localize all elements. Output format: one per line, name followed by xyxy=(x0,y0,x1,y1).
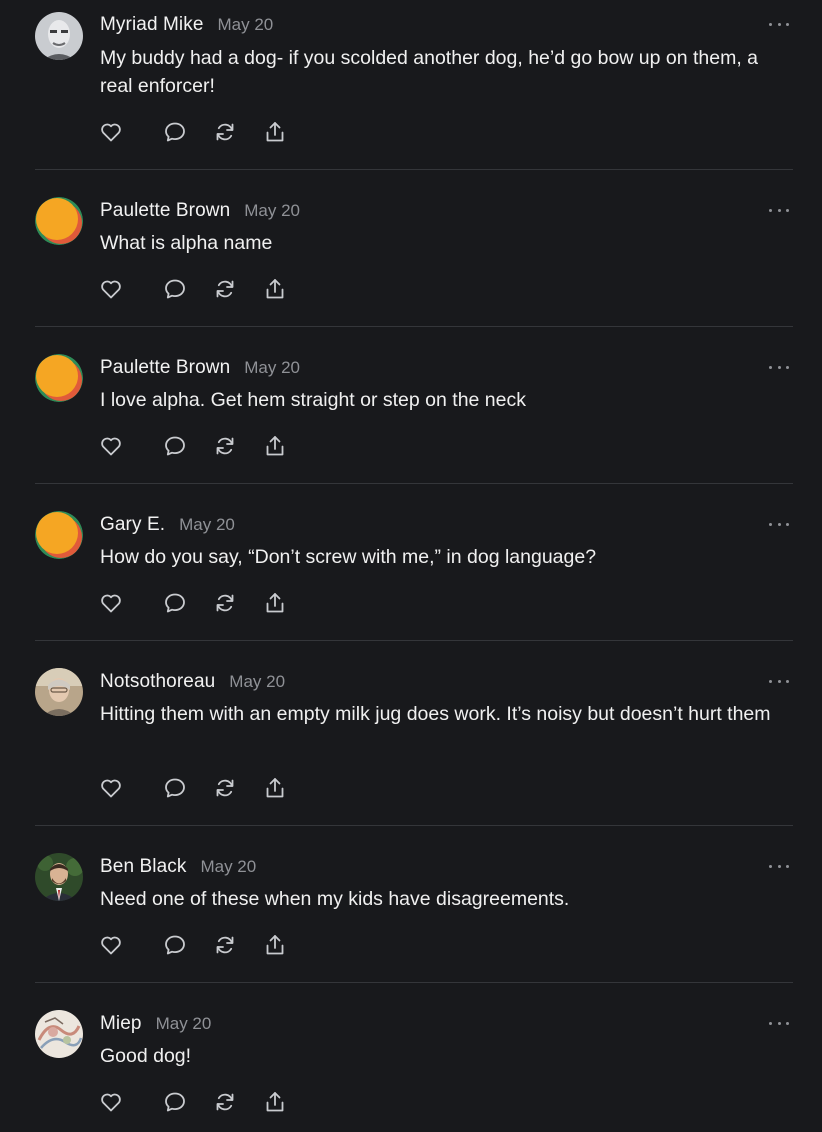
comment-date[interactable]: May 20 xyxy=(244,358,300,378)
comment-item: Ben Black May 20 Need one of these when … xyxy=(35,826,793,983)
avatar[interactable] xyxy=(35,197,83,245)
restack-icon[interactable] xyxy=(212,1089,238,1115)
comment-actions xyxy=(98,276,288,302)
share-icon[interactable] xyxy=(262,775,288,801)
more-icon[interactable] xyxy=(769,861,789,871)
heart-icon[interactable] xyxy=(98,775,124,801)
comment-item: Miep May 20 Good dog! xyxy=(35,983,793,1132)
comment-icon[interactable] xyxy=(162,119,188,145)
more-icon[interactable] xyxy=(769,519,789,529)
comment-text: My buddy had a dog- if you scolded anoth… xyxy=(100,47,759,97)
comment-feed: Myriad Mike May 20 My buddy had a dog- i… xyxy=(0,0,822,1132)
heart-icon[interactable] xyxy=(98,932,124,958)
author-name[interactable]: Notsothoreau xyxy=(100,671,215,693)
comment-actions xyxy=(98,775,288,801)
more-icon[interactable] xyxy=(769,362,789,372)
avatar[interactable] xyxy=(35,12,83,60)
comment-icon[interactable] xyxy=(162,276,188,302)
comment-actions xyxy=(98,1089,288,1115)
more-icon[interactable] xyxy=(769,676,789,686)
avatar[interactable] xyxy=(35,511,83,559)
comment-header: Paulette Brown May 20 xyxy=(100,357,300,379)
comment-header: Miep May 20 xyxy=(100,1013,211,1035)
comment-header: Notsothoreau May 20 xyxy=(100,671,285,693)
avatar[interactable] xyxy=(35,354,83,402)
comment-text: I love alpha. Get hem straight or step o… xyxy=(100,389,526,411)
comment-icon[interactable] xyxy=(162,1089,188,1115)
more-icon[interactable] xyxy=(769,1018,789,1028)
avatar[interactable] xyxy=(35,1010,83,1058)
restack-icon[interactable] xyxy=(212,590,238,616)
more-icon[interactable] xyxy=(769,205,789,215)
author-name[interactable]: Ben Black xyxy=(100,856,186,878)
share-icon[interactable] xyxy=(262,590,288,616)
share-icon[interactable] xyxy=(262,119,288,145)
restack-icon[interactable] xyxy=(212,433,238,459)
comment-text: Hitting them with an empty milk jug does… xyxy=(100,703,771,725)
restack-icon[interactable] xyxy=(212,276,238,302)
avatar[interactable] xyxy=(35,668,83,716)
comment-header: Myriad Mike May 20 xyxy=(100,14,273,36)
share-icon[interactable] xyxy=(262,433,288,459)
restack-icon[interactable] xyxy=(212,119,238,145)
comment-icon[interactable] xyxy=(162,932,188,958)
comment-date[interactable]: May 20 xyxy=(156,1014,212,1034)
comment-text: Need one of these when my kids have disa… xyxy=(100,888,570,910)
comment-actions xyxy=(98,590,288,616)
restack-icon[interactable] xyxy=(212,932,238,958)
share-icon[interactable] xyxy=(262,1089,288,1115)
more-icon[interactable] xyxy=(769,19,789,29)
comment-actions xyxy=(98,932,288,958)
comment-actions xyxy=(98,119,288,145)
share-icon[interactable] xyxy=(262,276,288,302)
comment-text: Good dog! xyxy=(100,1045,192,1067)
restack-icon[interactable] xyxy=(212,775,238,801)
author-name[interactable]: Paulette Brown xyxy=(100,200,230,222)
comment-text: How do you say, “Don’t screw with me,” i… xyxy=(100,546,597,568)
comment-icon[interactable] xyxy=(162,775,188,801)
author-name[interactable]: Paulette Brown xyxy=(100,357,230,379)
comment-date[interactable]: May 20 xyxy=(200,857,256,877)
comment-item: Paulette Brown May 20 I love alpha. Get … xyxy=(35,327,793,484)
author-name[interactable]: Myriad Mike xyxy=(100,14,204,36)
heart-icon[interactable] xyxy=(98,119,124,145)
comment-date[interactable]: May 20 xyxy=(218,15,274,35)
heart-icon[interactable] xyxy=(98,590,124,616)
comment-header: Gary E. May 20 xyxy=(100,514,235,536)
heart-icon[interactable] xyxy=(98,276,124,302)
comment-date[interactable]: May 20 xyxy=(244,201,300,221)
comment-date[interactable]: May 20 xyxy=(179,515,235,535)
heart-icon[interactable] xyxy=(98,433,124,459)
share-icon[interactable] xyxy=(262,932,288,958)
comment-header: Paulette Brown May 20 xyxy=(100,200,300,222)
comment-text: What is alpha name xyxy=(100,232,273,254)
comment-item: Gary E. May 20 How do you say, “Don’t sc… xyxy=(35,484,793,641)
heart-icon[interactable] xyxy=(98,1089,124,1115)
avatar[interactable] xyxy=(35,853,83,901)
comment-item: Paulette Brown May 20 What is alpha name xyxy=(35,170,793,327)
author-name[interactable]: Miep xyxy=(100,1013,142,1035)
comment-date[interactable]: May 20 xyxy=(229,672,285,692)
author-name[interactable]: Gary E. xyxy=(100,514,165,536)
comment-icon[interactable] xyxy=(162,433,188,459)
comment-actions xyxy=(98,433,288,459)
comment-icon[interactable] xyxy=(162,590,188,616)
comment-item: Myriad Mike May 20 My buddy had a dog- i… xyxy=(35,0,793,170)
comment-header: Ben Black May 20 xyxy=(100,856,256,878)
comment-item: Notsothoreau May 20 Hitting them with an… xyxy=(35,641,793,826)
